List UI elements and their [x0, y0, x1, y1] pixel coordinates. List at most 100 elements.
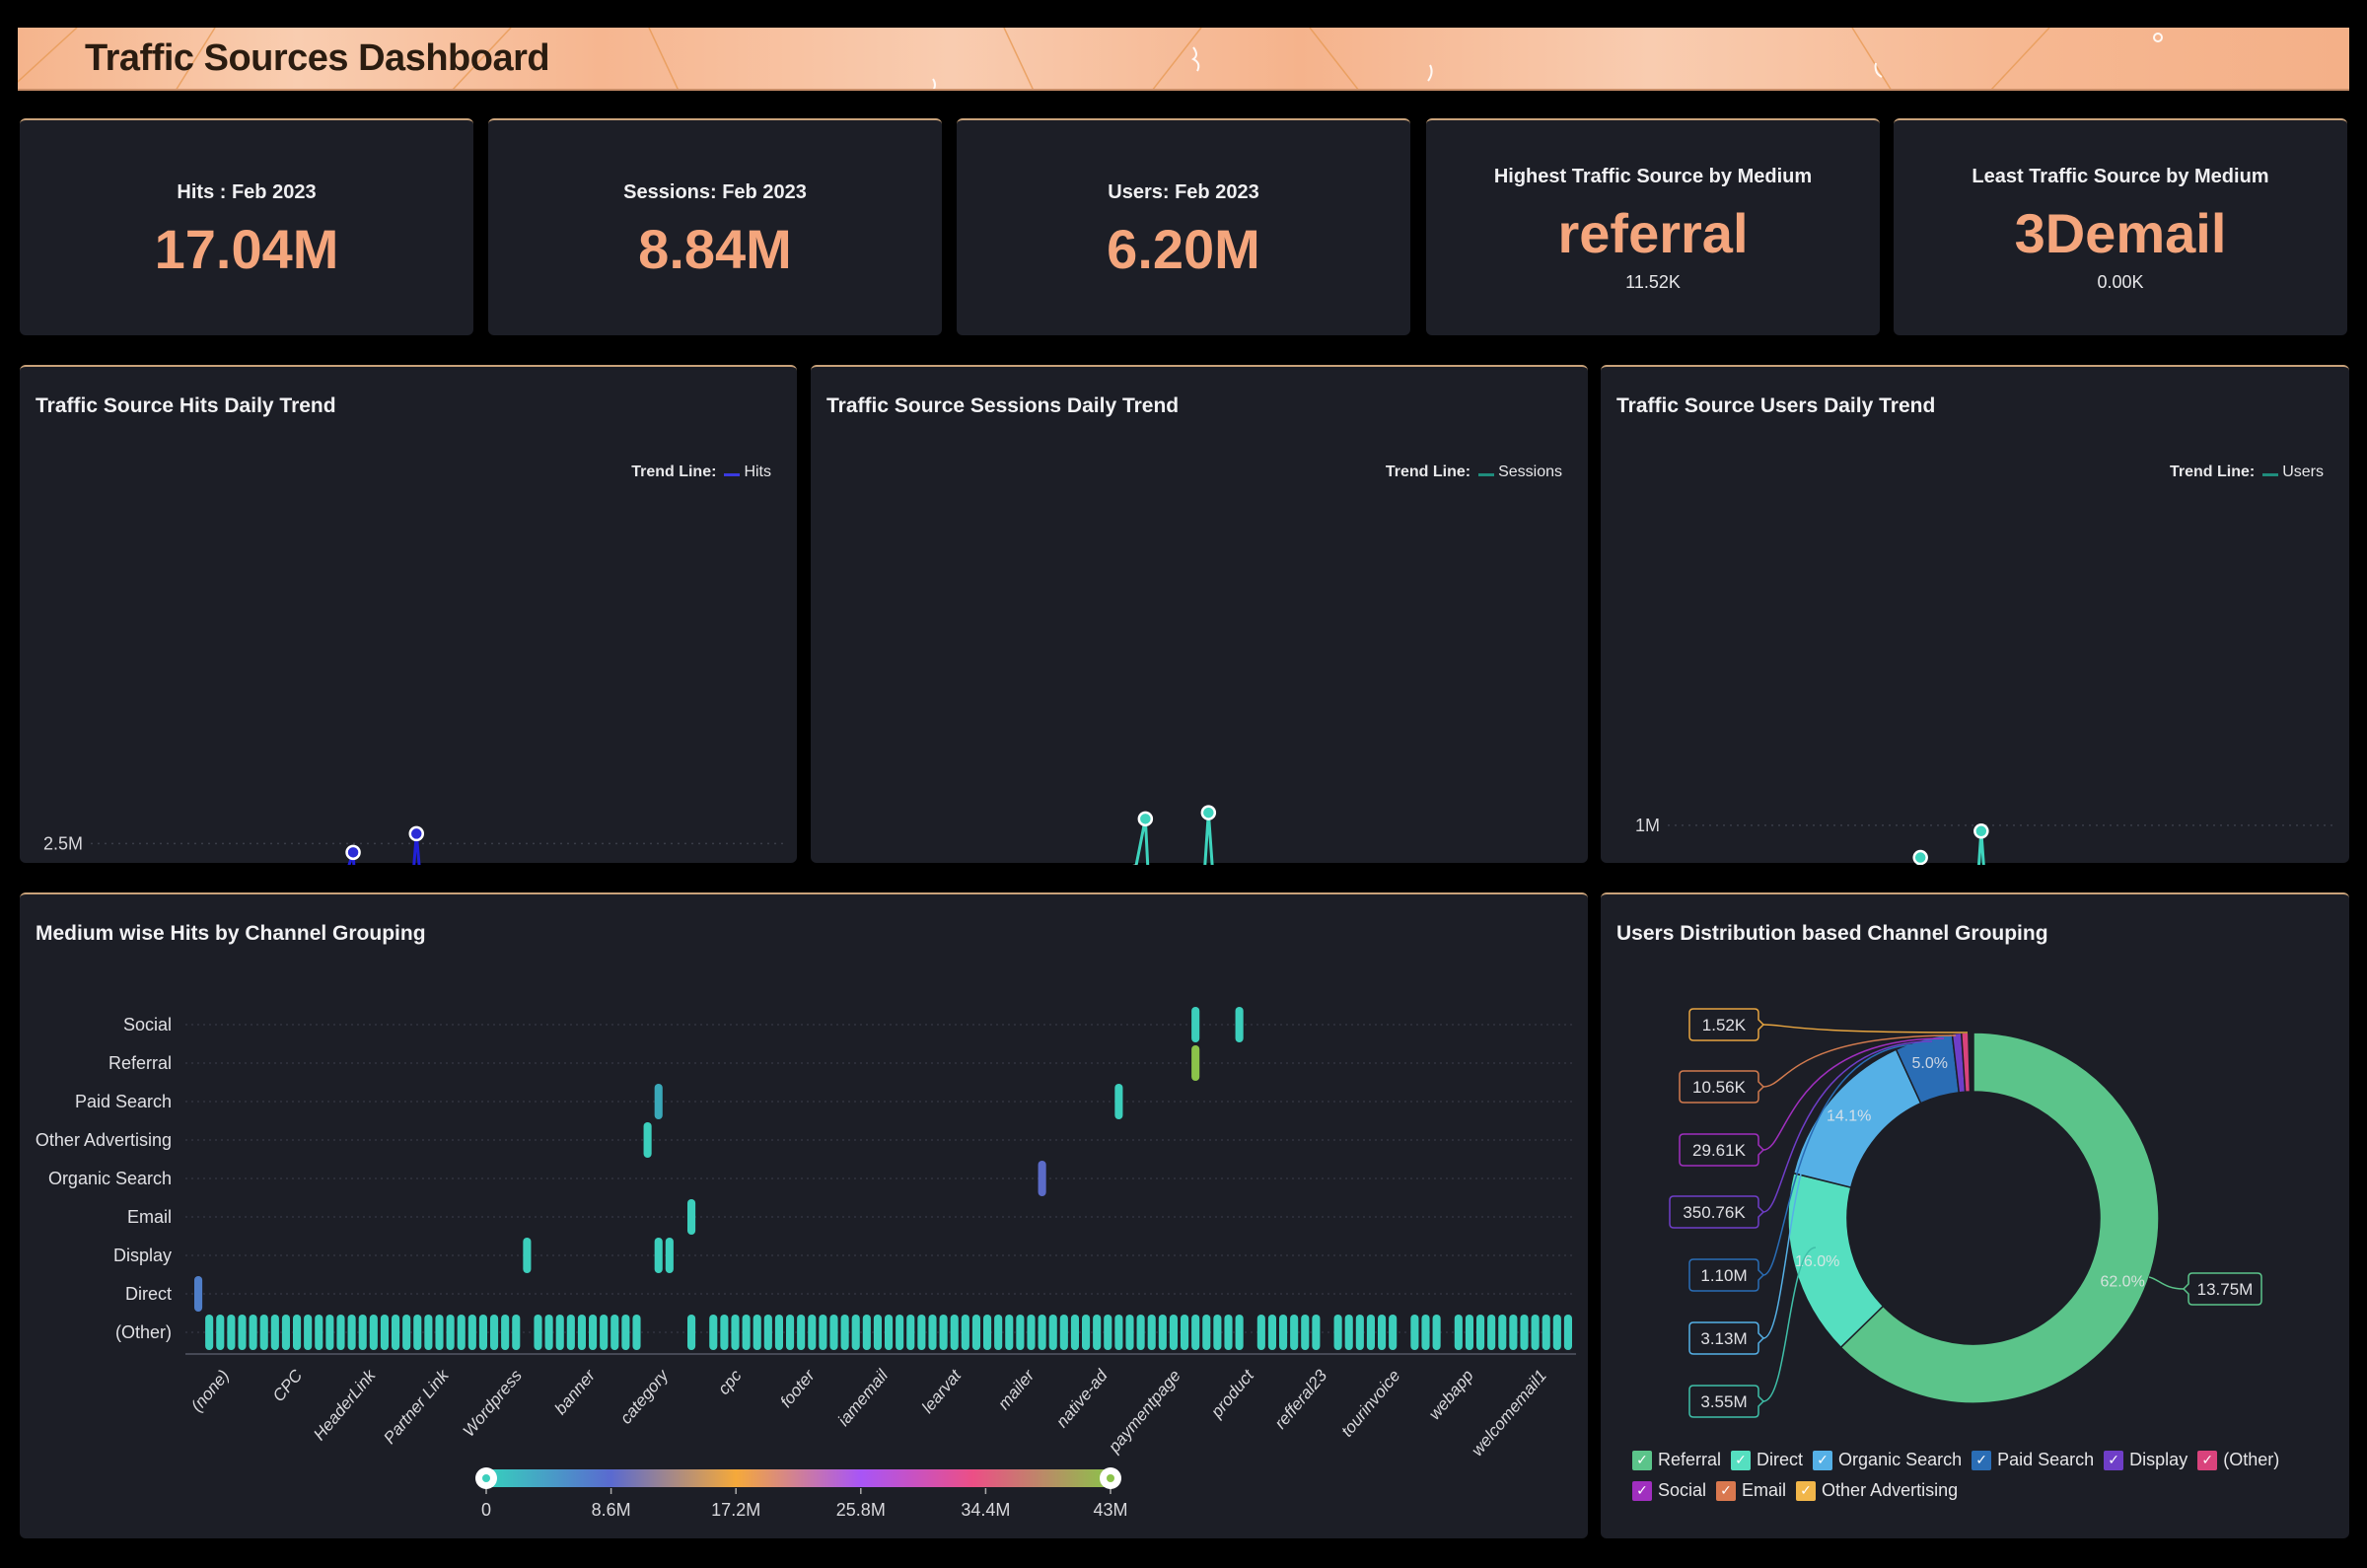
legend-item-organic-search[interactable]: ✓ Organic Search	[1813, 1450, 1962, 1470]
heatmap-cell[interactable]	[687, 1315, 696, 1350]
kpi-card-least-source[interactable]: Least Traffic Source by Medium 3Demail 0…	[1894, 118, 2347, 335]
heatmap-cell[interactable]	[632, 1315, 641, 1350]
heatmap-cell[interactable]	[227, 1315, 236, 1350]
kpi-card-highest-source[interactable]: Highest Traffic Source by Medium referra…	[1426, 118, 1880, 335]
heatmap-cell[interactable]	[1465, 1315, 1473, 1350]
heatmap-cell[interactable]	[446, 1315, 455, 1350]
heatmap-cell[interactable]	[808, 1315, 817, 1350]
checkbox-check-icon[interactable]: ✓	[1632, 1450, 1652, 1470]
legend-item-paid-search[interactable]: ✓ Paid Search	[1972, 1450, 2094, 1470]
legend-item-direct[interactable]: ✓ Direct	[1731, 1450, 1803, 1470]
heatmap-cell[interactable]	[939, 1315, 948, 1350]
heatmap-cell[interactable]	[1158, 1315, 1167, 1350]
heatmap-cell[interactable]	[983, 1315, 992, 1350]
heatmap-cell[interactable]	[829, 1315, 838, 1350]
legend-item-email[interactable]: ✓ Email	[1716, 1480, 1786, 1501]
heatmap-cell[interactable]	[1202, 1315, 1211, 1350]
users-line-chart[interactable]: 200K400K600K800K1M22 Dec ..27 Dec 202201…	[1601, 367, 2349, 865]
heatmap-cell[interactable]	[1267, 1315, 1276, 1350]
heatmap-cell[interactable]	[238, 1315, 247, 1350]
heatmap-cell[interactable]	[281, 1315, 290, 1350]
heatmap-cell[interactable]	[1027, 1315, 1036, 1350]
sessions-line-chart[interactable]: 500K1M22 Dec ..27 Dec 202201 Jan 202306 …	[811, 367, 1588, 865]
heatmap-cell[interactable]	[687, 1199, 696, 1235]
heatmap-cell[interactable]	[1038, 1161, 1046, 1196]
heatmap-cell[interactable]	[1552, 1315, 1561, 1350]
heatmap-cell[interactable]	[1476, 1315, 1485, 1350]
heatmap-cell[interactable]	[1542, 1315, 1550, 1350]
heatmap-cell[interactable]	[971, 1315, 980, 1350]
heatmap-cell[interactable]	[566, 1315, 575, 1350]
heatmap-cell[interactable]	[577, 1315, 586, 1350]
heatmap-cell[interactable]	[501, 1315, 510, 1350]
heatmap-cell[interactable]	[610, 1315, 619, 1350]
data-point[interactable]	[1912, 849, 1928, 865]
heatmap-cell[interactable]	[906, 1315, 915, 1350]
heatmap-cell[interactable]	[347, 1315, 356, 1350]
heatmap-cell[interactable]	[1531, 1315, 1540, 1350]
heatmap-cell[interactable]	[873, 1315, 882, 1350]
heatmap-cell[interactable]	[1147, 1315, 1156, 1350]
heatmap-cell[interactable]	[1235, 1007, 1244, 1042]
heatmap-cell[interactable]	[457, 1315, 466, 1350]
heatmap-cell[interactable]	[259, 1315, 268, 1350]
heatmap-cell[interactable]	[797, 1315, 806, 1350]
heatmap-cell[interactable]	[720, 1315, 729, 1350]
data-point[interactable]	[1137, 811, 1154, 827]
heatmap-cell[interactable]	[413, 1315, 422, 1350]
heatmap-cell[interactable]	[1191, 1007, 1200, 1042]
data-point[interactable]	[1973, 823, 1989, 839]
heatmap-cell[interactable]	[205, 1315, 214, 1350]
heatmap-cell[interactable]	[1366, 1315, 1375, 1350]
heatmap-cell[interactable]	[293, 1315, 302, 1350]
heatmap-cell[interactable]	[1038, 1315, 1046, 1350]
heatmap-cell[interactable]	[1421, 1315, 1430, 1350]
heatmap-cell[interactable]	[1169, 1315, 1178, 1350]
heatmap-cell[interactable]	[1432, 1315, 1441, 1350]
heatmap-cell[interactable]	[753, 1315, 761, 1350]
heatmap-cell[interactable]	[1498, 1315, 1507, 1350]
heatmap-cell[interactable]	[1520, 1315, 1529, 1350]
heatmap-cell[interactable]	[1290, 1315, 1299, 1350]
legend-item-other-advertising[interactable]: ✓ Other Advertising	[1796, 1480, 1958, 1501]
heatmap-cell[interactable]	[1213, 1315, 1222, 1350]
heatmap-cell[interactable]	[392, 1315, 400, 1350]
heatmap-cell[interactable]	[654, 1084, 663, 1119]
heatmap-cell[interactable]	[1224, 1315, 1233, 1350]
heatmap-cell[interactable]	[1509, 1315, 1518, 1350]
checkbox-check-icon[interactable]: ✓	[2104, 1450, 2124, 1470]
legend-item-display[interactable]: ✓ Display	[2104, 1450, 2188, 1470]
checkbox-check-icon[interactable]: ✓	[1716, 1480, 1737, 1501]
heatmap-cell[interactable]	[467, 1315, 476, 1350]
heatmap-cell[interactable]	[643, 1122, 652, 1158]
heatmap-cell[interactable]	[1312, 1315, 1321, 1350]
heatmap-cell[interactable]	[774, 1315, 783, 1350]
heatmap-cell[interactable]	[1082, 1315, 1091, 1350]
heatmap-cell[interactable]	[270, 1315, 279, 1350]
heatmap-cell[interactable]	[402, 1315, 411, 1350]
heatmap-cell[interactable]	[1389, 1315, 1398, 1350]
legend-item--other-[interactable]: ✓ (Other)	[2197, 1450, 2279, 1470]
heatmap-cell[interactable]	[534, 1315, 542, 1350]
heatmap-cell[interactable]	[840, 1315, 849, 1350]
heatmap-cell[interactable]	[1016, 1315, 1025, 1350]
checkbox-check-icon[interactable]: ✓	[1972, 1450, 1992, 1470]
heatmap-cell[interactable]	[1059, 1315, 1068, 1350]
heatmap-cell[interactable]	[885, 1315, 894, 1350]
users-donut-chart[interactable]: 62.0% 16.0% 14.1% 5.0% 1.52K 10.56K 29.61K 350.…	[1601, 894, 2349, 1447]
heatmap-cell[interactable]	[1301, 1315, 1310, 1350]
heatmap-cell[interactable]	[1191, 1315, 1200, 1350]
heatmap-cell[interactable]	[862, 1315, 871, 1350]
heatmap-cell[interactable]	[994, 1315, 1003, 1350]
heatmap-cell[interactable]	[369, 1315, 378, 1350]
data-point[interactable]	[345, 844, 361, 861]
heatmap-cell[interactable]	[851, 1315, 860, 1350]
heatmap-cell[interactable]	[512, 1315, 521, 1350]
heatmap-cell[interactable]	[523, 1238, 532, 1273]
heatmap-cell[interactable]	[249, 1315, 257, 1350]
heatmap-cell[interactable]	[928, 1315, 937, 1350]
heatmap-cell[interactable]	[1070, 1315, 1079, 1350]
hits-line-chart[interactable]: 500K1M1.5M2M2.5M22 Dec ..27 Dec 202201 J…	[20, 367, 797, 865]
heatmap-cell[interactable]	[1114, 1084, 1123, 1119]
checkbox-check-icon[interactable]: ✓	[1731, 1450, 1752, 1470]
